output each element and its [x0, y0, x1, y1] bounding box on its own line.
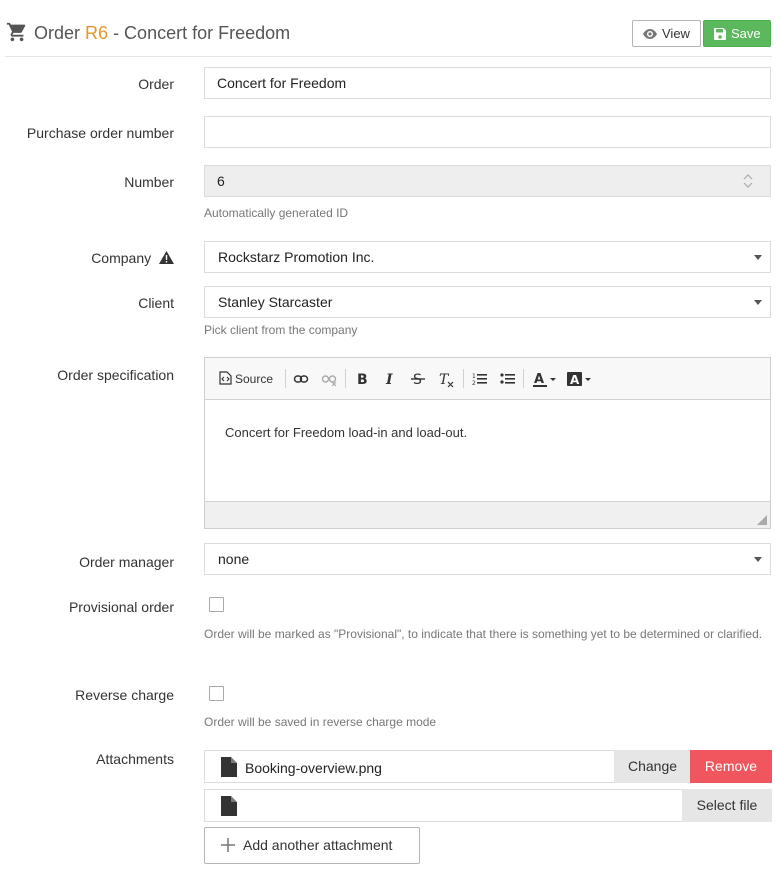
page-title: Order R6 - Concert for Freedom: [34, 21, 290, 45]
number-help: Automatically generated ID: [204, 206, 349, 220]
manager-value: none: [218, 551, 250, 567]
shopping-cart-icon: [6, 22, 26, 42]
manager-label: Order manager: [79, 554, 174, 570]
company-select[interactable]: Rockstarz Promotion Inc.: [204, 241, 771, 273]
change-attachment-button[interactable]: Change: [614, 750, 691, 783]
reverse-charge-label: Reverse charge: [75, 687, 174, 703]
svg-text:I: I: [385, 372, 393, 388]
client-value: Stanley Starcaster: [218, 294, 333, 310]
title-suffix: - Concert for Freedom: [113, 23, 291, 43]
svg-text:A: A: [570, 373, 580, 387]
company-value: Rockstarz Promotion Inc.: [218, 249, 375, 265]
editor-toolbar: Source B I S T 1 2 A A: [205, 358, 770, 400]
number-label: Number: [124, 174, 174, 190]
toolbar-separator: [463, 369, 464, 388]
provisional-help: Order will be marked as "Provisional", t…: [204, 627, 763, 641]
save-button-label: Save: [731, 26, 761, 41]
resize-handle-icon[interactable]: [757, 515, 767, 525]
attachment-row-empty: Select file: [204, 789, 772, 822]
toolbar-separator: [345, 369, 346, 388]
text-color-icon[interactable]: A: [532, 368, 558, 390]
manager-select[interactable]: none: [204, 543, 771, 575]
save-button[interactable]: Save: [703, 20, 771, 47]
company-label: Company: [91, 250, 174, 266]
number-input: 6: [204, 165, 771, 197]
background-color-icon[interactable]: A: [566, 368, 594, 390]
plus-icon: [221, 837, 235, 852]
source-label: Source: [235, 372, 274, 386]
editor-content[interactable]: Concert for Freedom load-in and load-out…: [205, 401, 770, 501]
specification-editor: Source B I S T 1 2 A A Concert for Freed…: [204, 357, 771, 529]
order-label: Order: [138, 76, 174, 92]
remove-attachment-button[interactable]: Remove: [690, 750, 772, 783]
reverse-charge-help: Order will be saved in reverse charge mo…: [204, 715, 437, 729]
remove-format-icon[interactable]: T: [438, 368, 456, 390]
bulleted-list-icon[interactable]: [500, 368, 516, 390]
select-file-button[interactable]: Select file: [682, 789, 772, 822]
bold-icon[interactable]: B: [355, 368, 369, 390]
link-icon[interactable]: [293, 368, 309, 390]
company-label-text: Company: [91, 250, 152, 266]
title-prefix: Order: [34, 23, 81, 43]
floppy-disk-icon: [714, 27, 726, 40]
svg-text:B: B: [357, 372, 368, 388]
numbered-list-icon[interactable]: 1 2: [472, 368, 488, 390]
po-number-label: Purchase order number: [26, 125, 174, 141]
page-header: Order R6 - Concert for Freedom View Save: [5, 0, 772, 57]
unlink-icon[interactable]: [321, 368, 337, 390]
svg-text:1: 1: [472, 373, 476, 380]
attachment-row: Booking-overview.png Change Remove: [204, 750, 772, 783]
chevron-down-icon: [754, 300, 762, 305]
svg-text:T: T: [439, 372, 450, 388]
attachment-file-name: Booking-overview.png: [245, 760, 382, 776]
client-select[interactable]: Stanley Starcaster: [204, 286, 771, 318]
chevron-down-icon: [754, 557, 762, 562]
add-attachment-button[interactable]: Add another attachment: [204, 827, 420, 864]
provisional-checkbox[interactable]: [209, 597, 224, 612]
toolbar-separator: [285, 369, 286, 388]
number-value: 6: [217, 173, 225, 189]
source-button[interactable]: Source: [219, 368, 273, 390]
file-icon: [221, 796, 237, 816]
client-help: Pick client from the company: [204, 323, 358, 337]
strikethrough-icon[interactable]: S: [411, 368, 425, 390]
svg-text:2: 2: [472, 380, 476, 387]
order-code: R6: [85, 23, 109, 43]
file-icon: [221, 757, 237, 777]
toolbar-separator: [523, 369, 524, 388]
add-attachment-label: Add another attachment: [243, 837, 393, 853]
chevron-down-icon: [754, 255, 762, 260]
svg-text:A: A: [534, 372, 544, 387]
view-button[interactable]: View: [632, 20, 701, 47]
specification-label: Order specification: [57, 367, 174, 383]
view-button-label: View: [662, 26, 690, 41]
order-input[interactable]: Concert for Freedom: [204, 67, 771, 99]
po-number-input[interactable]: [204, 116, 771, 148]
attachments-label: Attachments: [96, 751, 174, 767]
spinner-arrows-icon: [743, 174, 753, 188]
svg-text:S: S: [413, 372, 422, 388]
reverse-charge-checkbox[interactable]: [209, 686, 224, 701]
italic-icon[interactable]: I: [383, 368, 397, 390]
warning-icon: [159, 251, 174, 265]
editor-footer: [205, 501, 770, 528]
provisional-label: Provisional order: [68, 599, 174, 615]
eye-icon: [643, 28, 657, 39]
source-icon: [219, 371, 232, 385]
client-label: Client: [138, 295, 174, 311]
